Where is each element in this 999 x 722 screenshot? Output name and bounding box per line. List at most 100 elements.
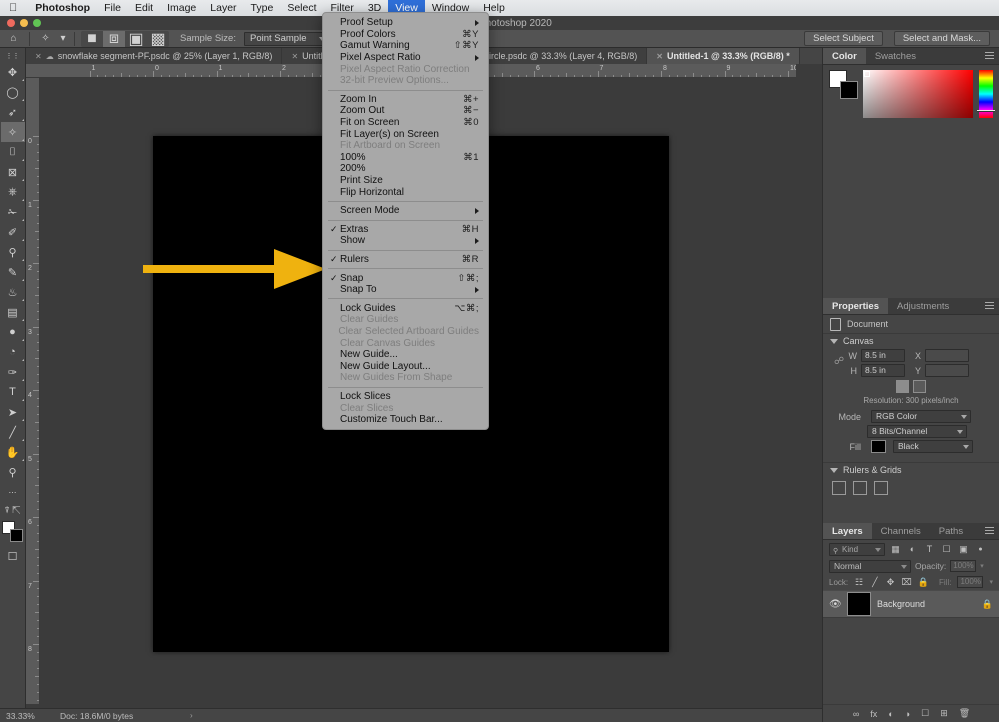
layer-filter-kind-select[interactable]: ⚲ Kind — [829, 542, 885, 556]
tab-adjustments[interactable]: Adjustments — [888, 298, 958, 314]
menu-item-new-guide[interactable]: New Guide... — [323, 349, 488, 361]
document-tab-untitled-1[interactable]: ✕ Untitled-1 @ 33.3% (RGB/8) * — [647, 48, 800, 64]
new-selection-icon[interactable]: ■ — [81, 30, 103, 47]
blur-tool[interactable]: ● — [1, 322, 25, 342]
fill-color-swatch[interactable] — [871, 440, 886, 453]
maximize-window-button[interactable] — [33, 19, 41, 27]
chevron-down-icon[interactable]: ▾ — [989, 578, 993, 586]
subtract-from-selection-icon[interactable]: ▣ — [125, 31, 147, 48]
tab-layers[interactable]: Layers — [823, 523, 872, 539]
y-input[interactable] — [925, 364, 969, 377]
menu-item-lock-slices[interactable]: Lock Slices — [323, 391, 488, 403]
chevron-down-icon[interactable]: ▾ — [980, 562, 984, 570]
lock-image-pixels-icon[interactable]: ╱ — [870, 576, 880, 589]
menu-item-zoom-out[interactable]: Zoom Out ⌘− — [323, 105, 488, 117]
menu-image[interactable]: Image — [160, 0, 203, 16]
menu-item-flip-horizontal[interactable]: Flip Horizontal — [323, 186, 488, 198]
menu-item-pixel-aspect-ratio[interactable]: Pixel Aspect Ratio — [323, 52, 488, 64]
layer-row-background[interactable]: 👁 Background 🔒 — [823, 590, 999, 618]
view-menu-dropdown[interactable]: Proof Setup Proof Colors ⌘Y Gamut Warning ⇧⌘… — [322, 12, 489, 431]
bit-depth-select[interactable]: 8 Bits/Channel — [867, 425, 967, 438]
layer-name[interactable]: Background — [877, 599, 976, 609]
lock-position-icon[interactable]: ✥ — [886, 576, 896, 589]
lock-artboard-nesting-icon[interactable]: ⌧ — [901, 576, 911, 589]
lock-all-icon[interactable]: 🔒 — [918, 576, 929, 589]
menu-item-200[interactable]: 200% — [323, 163, 488, 175]
new-group-icon[interactable]: ☐ — [921, 708, 929, 719]
history-brush-tool[interactable]: ✎ — [1, 262, 25, 282]
elliptical-marquee-tool[interactable]: ◯ — [1, 82, 25, 102]
menu-item-print-size[interactable]: Print Size — [323, 175, 488, 187]
vertical-ruler[interactable]: 0123456789 — [26, 78, 40, 704]
panel-menu-icon[interactable] — [985, 52, 994, 60]
default-colors-icon[interactable]: ⍒ ⇱ — [1, 502, 25, 518]
opacity-input[interactable]: 100% — [950, 560, 977, 572]
menu-item-snap[interactable]: ✓ Snap ⇧⌘; — [323, 272, 488, 284]
line-tool[interactable]: ╱ — [1, 422, 25, 442]
panel-menu-icon[interactable] — [985, 302, 994, 310]
orientation-buttons[interactable] — [823, 378, 999, 393]
background-color-swatch[interactable] — [9, 529, 23, 542]
link-layers-icon[interactable]: ∞ — [853, 709, 859, 719]
tab-paths[interactable]: Paths — [930, 523, 972, 539]
horizontal-type-tool[interactable]: T — [1, 382, 25, 402]
menu-item-fit-layer-s-on-screen[interactable]: Fit Layer(s) on Screen — [323, 128, 488, 140]
menu-item-rulers[interactable]: ✓ Rulers ⌘R — [323, 254, 488, 266]
select-subject-button[interactable]: Select Subject — [804, 31, 883, 46]
dodge-tool[interactable]: ◔ — [1, 342, 25, 362]
lock-transparent-pixels-icon[interactable]: ☷ — [854, 576, 864, 589]
guides-icon[interactable] — [832, 481, 846, 495]
crop-tool[interactable]: ⌷ — [1, 142, 25, 162]
tab-properties[interactable]: Properties — [823, 298, 888, 314]
tab-color[interactable]: Color — [823, 48, 866, 64]
color-spectrum-field[interactable] — [863, 70, 973, 118]
menu-item-proof-colors[interactable]: Proof Colors ⌘Y — [323, 29, 488, 41]
transparency-grid-icon[interactable] — [874, 481, 888, 495]
path-selection-tool[interactable]: ➤ — [1, 402, 25, 422]
frame-tool[interactable]: ⊠ — [1, 162, 25, 182]
background-color-swatch[interactable] — [840, 81, 858, 99]
add-to-selection-icon[interactable]: ⧈ — [103, 30, 125, 47]
canvas-vertical-scrollbar[interactable] — [786, 78, 796, 704]
menu-photoshop[interactable]: Photoshop — [28, 0, 97, 16]
window-controls[interactable] — [0, 19, 41, 27]
status-expander-icon[interactable]: › — [190, 711, 193, 720]
eyedropper-tool[interactable]: ⎈ — [1, 182, 25, 202]
menu-item-customize-touch-bar[interactable]: Customize Touch Bar... — [323, 414, 488, 426]
hue-slider-marker[interactable] — [977, 110, 995, 112]
clone-stamp-tool[interactable]: ⚲ — [1, 242, 25, 262]
grid-icon[interactable] — [853, 481, 867, 495]
adjustment-layer-icon[interactable]: ◑ — [905, 709, 910, 719]
menu-item-extras[interactable]: ✓ Extras ⌘H — [323, 224, 488, 236]
portrait-orientation-icon[interactable] — [896, 380, 909, 393]
magic-wand-tool[interactable]: ✧ — [0, 122, 25, 142]
menu-item-100[interactable]: 100% ⌘1 — [323, 152, 488, 164]
menu-file[interactable]: File — [97, 0, 128, 16]
close-icon[interactable]: ✕ — [35, 52, 42, 61]
apple-icon[interactable]:  — [0, 2, 28, 14]
toolbar-collapse-handle[interactable]: ⋮⋮ — [1, 50, 25, 62]
hand-tool[interactable]: ✋ — [1, 442, 25, 462]
color-panel-swatches[interactable] — [829, 70, 858, 99]
color-picker-marker[interactable] — [864, 71, 870, 77]
close-window-button[interactable] — [7, 19, 15, 27]
canvas-section-header[interactable]: Canvas — [823, 333, 999, 348]
menu-type[interactable]: Type — [244, 0, 281, 16]
close-icon[interactable]: ✕ — [291, 52, 298, 61]
menu-item-snap-to[interactable]: Snap To — [323, 284, 488, 296]
pen-tool[interactable]: ✑ — [1, 362, 25, 382]
type-layer-filter-icon[interactable]: T — [923, 543, 936, 556]
menu-item-show[interactable]: Show — [323, 235, 488, 247]
fill-input[interactable]: 100% — [957, 576, 984, 588]
menu-item-lock-guides[interactable]: Lock Guides ⌥⌘; — [323, 302, 488, 314]
magic-wand-icon[interactable]: ✧ — [36, 31, 55, 47]
lasso-tool[interactable]: ➶ — [1, 102, 25, 122]
menu-edit[interactable]: Edit — [128, 0, 160, 16]
height-input[interactable]: 8.5 in — [861, 364, 905, 377]
home-icon[interactable]: ⌂ — [4, 31, 23, 47]
tool-preset-chevron-down-icon[interactable]: ▾ — [58, 31, 68, 47]
filter-toggle-icon[interactable]: ● — [974, 543, 987, 556]
landscape-orientation-icon[interactable] — [913, 380, 926, 393]
menu-item-zoom-in[interactable]: Zoom In ⌘+ — [323, 94, 488, 106]
edit-toolbar-button[interactable]: ⋯ — [1, 482, 25, 502]
